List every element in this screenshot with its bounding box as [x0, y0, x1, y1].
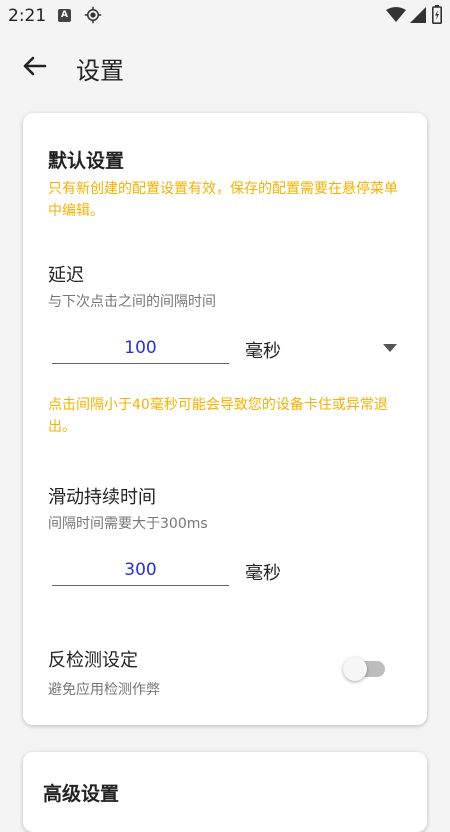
battery-charging-icon: [432, 5, 442, 24]
delay-input[interactable]: [52, 333, 229, 364]
signal-icon: [410, 7, 426, 23]
swipe-duration-title: 滑动持续时间: [48, 487, 156, 508]
advanced-settings-card: 高级设置: [23, 752, 427, 832]
delay-unit-select[interactable]: 毫秒: [245, 337, 281, 363]
delay-subtitle: 与下次点击之间的间隔时间: [48, 294, 216, 310]
default-settings-notice: 只有新创建的配置设置有效，保存的配置需要在悬停菜单中编辑。: [48, 181, 398, 219]
default-settings-card: 默认设置 只有新创建的配置设置有效，保存的配置需要在悬停菜单中编辑。 延迟 与下…: [23, 113, 427, 725]
keyboard-a-icon: A: [58, 9, 71, 22]
triangle-down-icon[interactable]: [383, 344, 397, 352]
app-bar: 设置: [0, 32, 450, 98]
page-title: 设置: [76, 57, 124, 85]
swipe-duration-input[interactable]: [52, 555, 229, 586]
status-bar: 2:21 A: [0, 0, 450, 32]
swipe-duration-unit: 毫秒: [245, 563, 281, 584]
delay-title: 延迟: [48, 265, 84, 286]
anti-detect-subtitle: 避免应用检测作弊: [48, 682, 160, 698]
swipe-duration-subtitle: 间隔时间需要大于300ms: [48, 516, 208, 532]
delay-warning: 点击间隔小于40毫秒可能会导致您的设备卡住或异常退出。: [48, 397, 388, 435]
section-title-advanced: 高级设置: [43, 783, 120, 805]
back-button[interactable]: [18, 49, 52, 83]
wifi-icon: [386, 7, 406, 22]
arrow-left-icon: [23, 56, 47, 76]
anti-detect-title: 反检测设定: [48, 650, 138, 671]
section-title-default: 默认设置: [48, 150, 125, 172]
anti-detect-toggle[interactable]: [343, 657, 385, 681]
status-time: 2:21: [8, 6, 47, 26]
gps-icon: [84, 6, 102, 24]
toggle-thumb: [343, 657, 367, 681]
